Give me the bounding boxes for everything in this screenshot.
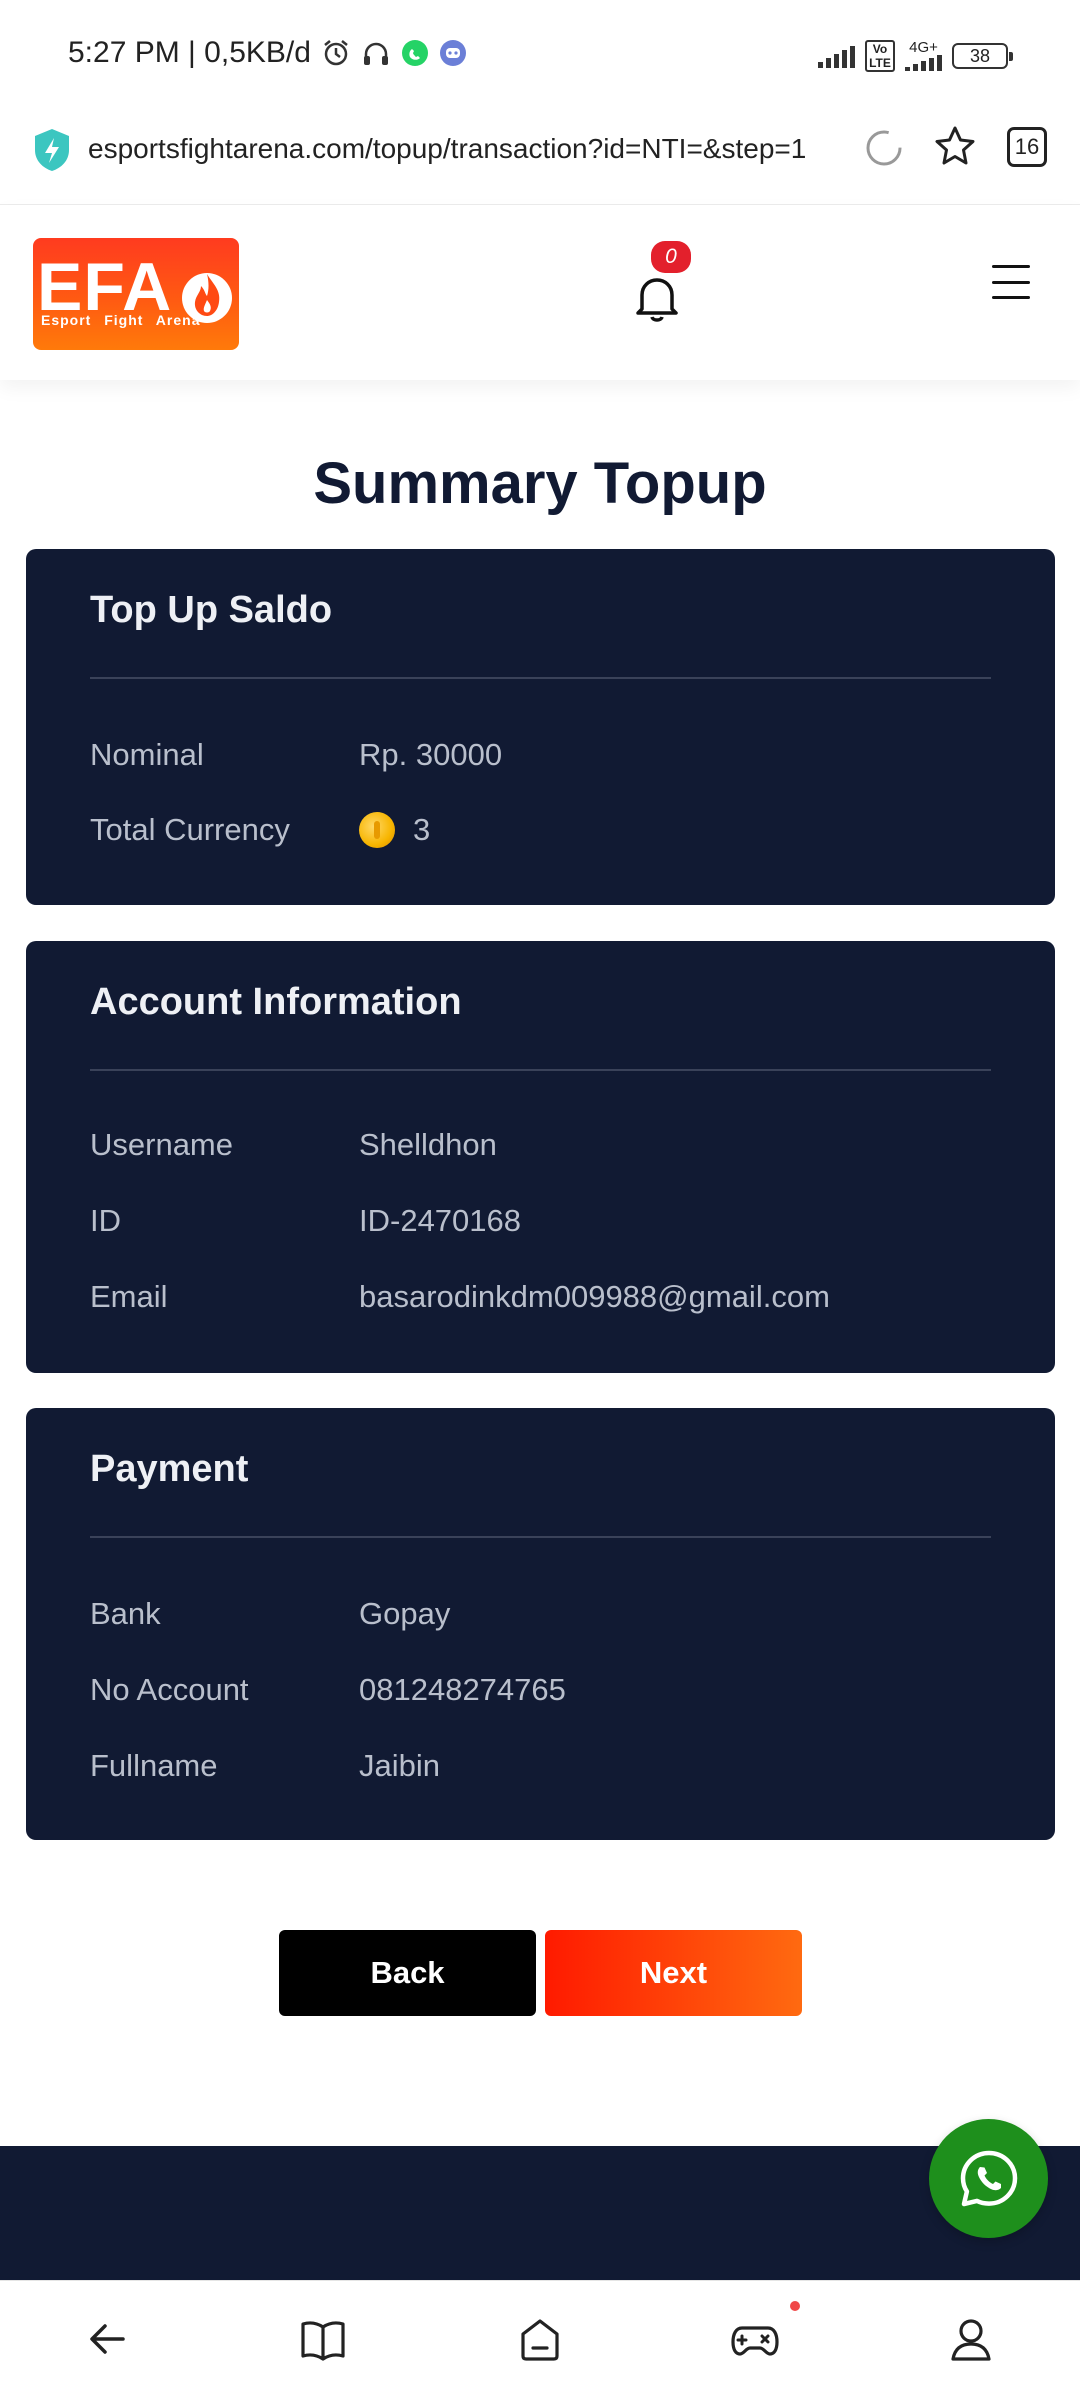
discord-icon: [439, 40, 466, 66]
fullname-label: Fullname: [90, 1748, 218, 1783]
username-row: Username Shelldhon: [90, 1127, 497, 1163]
bookmark-star-icon[interactable]: [932, 123, 978, 169]
back-button[interactable]: Back: [279, 1930, 536, 2016]
notification-badge: 0: [651, 241, 691, 273]
topup-card: Top Up Saldo Nominal Rp. 30000 Total Cur…: [26, 549, 1055, 905]
payment-card: Payment Bank Gopay No Account 0812482747…: [26, 1408, 1055, 1840]
logo-subtitle: Esport Fight Arena: [41, 312, 201, 328]
signal-icon: [818, 44, 855, 68]
username-value: Shelldhon: [359, 1127, 497, 1162]
card-divider: [90, 1069, 991, 1071]
id-value: ID-2470168: [359, 1203, 522, 1238]
page-title: Summary Topup: [313, 451, 767, 516]
site-footer: [0, 2146, 1080, 2280]
bank-value: Gopay: [359, 1596, 451, 1631]
username-label: Username: [90, 1127, 233, 1162]
nominal-row: Nominal Rp. 30000: [90, 737, 502, 773]
currency-row: Total Currency 3: [90, 812, 430, 848]
flame-icon: [182, 273, 232, 323]
card-divider: [90, 677, 991, 679]
account-card-title: Account Information: [90, 981, 462, 1023]
next-button[interactable]: Next: [545, 1930, 802, 2016]
coin-icon: [359, 812, 395, 848]
alarm-icon: [324, 40, 348, 66]
url-text[interactable]: esportsfightarena.com/topup/transaction?…: [88, 133, 806, 165]
card-divider: [90, 1536, 991, 1538]
secure-shield-icon[interactable]: [32, 127, 72, 173]
bank-row: Bank Gopay: [90, 1596, 450, 1632]
currency-value: 3: [359, 812, 430, 848]
game-controller-icon[interactable]: [730, 2314, 780, 2364]
status-right: Vo LTE 4G+ 38: [818, 39, 1013, 72]
browser-url-bar: esportsfightarena.com/topup/transaction?…: [0, 115, 1080, 205]
reload-icon[interactable]: [864, 128, 904, 168]
status-time: 5:27 PM | 0,5KB/d: [68, 36, 311, 69]
payment-card-title: Payment: [90, 1448, 249, 1490]
tab-count-button[interactable]: 16: [1007, 127, 1047, 167]
profile-icon[interactable]: [946, 2314, 996, 2364]
currency-label: Total Currency: [90, 812, 290, 847]
efa-logo[interactable]: EFA Esport Fight Arena: [33, 238, 239, 350]
nominal-label: Nominal: [90, 737, 204, 772]
currency-amount: 3: [413, 812, 431, 847]
id-row: ID ID-2470168: [90, 1203, 521, 1239]
network-indicator: 4G+: [905, 39, 942, 71]
whatsapp-chat-button[interactable]: [929, 2119, 1048, 2238]
whatsapp-icon: [960, 2150, 1017, 2206]
site-header: EFA Esport Fight Arena 0: [0, 205, 1080, 380]
topup-card-title: Top Up Saldo: [90, 589, 333, 631]
email-value: basarodinkdm009988@gmail.com: [359, 1279, 830, 1314]
email-label: Email: [90, 1279, 168, 1314]
book-icon[interactable]: [298, 2314, 348, 2364]
signal-icon-2: [905, 55, 942, 71]
whatsapp-icon: [401, 40, 428, 66]
status-icons: [321, 38, 467, 68]
battery-icon: 38: [952, 43, 1013, 69]
notification-dot: [790, 2301, 800, 2311]
headphones-icon: [363, 42, 388, 65]
bank-label: Bank: [90, 1596, 161, 1631]
status-bar: 5:27 PM | 0,5KB/d Vo LTE 4G+ 38: [0, 0, 1080, 115]
fullname-row: Fullname Jaibin: [90, 1748, 440, 1784]
notification-bell-icon[interactable]: [632, 269, 682, 325]
hamburger-menu-icon[interactable]: [992, 265, 1030, 299]
id-label: ID: [90, 1203, 121, 1238]
account-number-label: No Account: [90, 1672, 249, 1707]
account-number-row: No Account 081248274765: [90, 1672, 566, 1708]
network-type: 4G+: [909, 39, 938, 56]
email-row: Email basarodinkdm009988@gmail.com: [90, 1279, 830, 1315]
home-icon[interactable]: [515, 2314, 565, 2364]
nominal-value: Rp. 30000: [359, 737, 503, 772]
fullname-value: Jaibin: [359, 1748, 440, 1783]
account-number-value: 081248274765: [359, 1672, 566, 1707]
account-card: Account Information Username Shelldhon I…: [26, 941, 1055, 1373]
back-arrow-icon[interactable]: [83, 2314, 133, 2364]
battery-level: 38: [969, 45, 991, 66]
bottom-navigation: [0, 2280, 1080, 2400]
lte-badge: Vo LTE: [865, 40, 895, 72]
status-left: 5:27 PM | 0,5KB/d: [68, 36, 467, 70]
